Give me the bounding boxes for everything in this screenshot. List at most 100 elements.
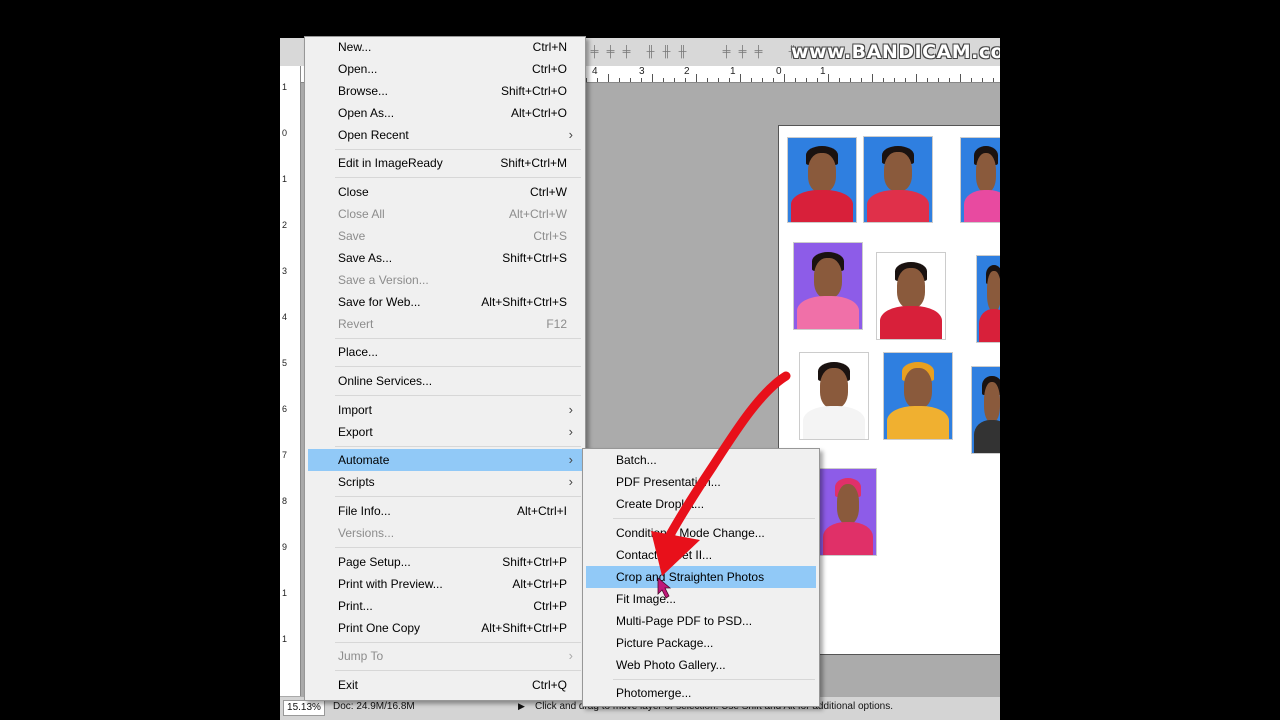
ruler-tick	[696, 74, 697, 82]
menu-item-import[interactable]: Import ›	[308, 399, 582, 421]
menu-item-print[interactable]: Print... Ctrl+P	[308, 595, 582, 617]
submenu-arrow-icon: ›	[568, 402, 573, 417]
menu-separator	[335, 338, 581, 339]
status-menu-arrow-icon[interactable]: ▶	[518, 701, 525, 712]
menu-item-exit[interactable]: Exit Ctrl+Q	[308, 674, 582, 696]
ruler-tick	[729, 78, 730, 82]
ruler-tick	[916, 74, 917, 82]
menu-item-open-recent[interactable]: Open Recent ›	[308, 124, 582, 146]
menu-item-revert[interactable]: Revert F12	[308, 313, 582, 335]
ruler-tick	[773, 78, 774, 82]
menu-item-label: Close All	[338, 207, 385, 221]
submenu-item-photomerge[interactable]: Photomerge...	[586, 682, 816, 704]
menu-item-label: New...	[338, 40, 372, 54]
menu-item-shortcut: Ctrl+N	[532, 40, 567, 54]
menu-item-label: Print with Preview...	[338, 577, 443, 591]
menu-item-print-one-copy[interactable]: Print One Copy Alt+Shift+Ctrl+P	[308, 617, 582, 639]
menu-item-save-a-version[interactable]: Save a Version...	[308, 269, 582, 291]
distribute-middle-icon[interactable]: ╪	[736, 45, 749, 59]
distribute-top-icon[interactable]: ╪	[720, 45, 733, 59]
menu-item-automate[interactable]: Automate ›	[308, 449, 582, 471]
menu-item-shortcut: Alt+Ctrl+O	[510, 106, 567, 120]
align-bottom-icon[interactable]: ╪	[620, 45, 633, 59]
menu-item-label: Import	[338, 403, 373, 417]
menu-item-online-services[interactable]: Online Services...	[308, 370, 582, 392]
menu-item-label: Automate	[338, 453, 390, 467]
menu-item-label: Contact Sheet II...	[616, 548, 713, 562]
menu-item-label: Crop and Straighten Photos	[616, 570, 765, 584]
submenu-item-crop-and-straighten-photos[interactable]: Crop and Straighten Photos	[586, 566, 816, 588]
ruler-tick	[630, 78, 631, 82]
vertical-ruler: 1 0 1 2 3 4 5 6 7 8 9 1 1	[280, 66, 301, 704]
submenu-item-contact-sheet-ii[interactable]: Contact Sheet II...	[586, 544, 816, 566]
zoom-level[interactable]: 15.13%	[283, 700, 325, 716]
align-top-icon[interactable]: ╪	[588, 45, 601, 59]
menu-item-jump-to[interactable]: Jump To ›	[308, 645, 582, 667]
passport-photo	[971, 366, 1000, 454]
menu-item-close-all[interactable]: Close All Alt+Ctrl+W	[308, 203, 582, 225]
passport-photo	[799, 352, 869, 440]
menu-item-close[interactable]: Close Ctrl+W	[308, 181, 582, 203]
menu-separator	[335, 642, 581, 643]
ruler-tick	[883, 78, 884, 82]
menu-item-label: File Info...	[338, 504, 391, 518]
menu-item-label: Exit	[338, 678, 359, 692]
menu-item-label: Browse...	[338, 84, 389, 98]
passport-photo	[976, 255, 1000, 343]
menu-separator	[335, 496, 581, 497]
ruler-tick	[762, 78, 763, 82]
menu-item-label: Fit Image...	[616, 592, 677, 606]
menu-item-shortcut: Shift+Ctrl+S	[502, 251, 567, 265]
menu-item-label: Close	[338, 185, 369, 199]
ruler-label: 7	[282, 450, 288, 460]
ruler-tick	[993, 78, 994, 82]
submenu-item-create-droplet[interactable]: Create Droplet...	[586, 493, 816, 515]
menu-separator	[613, 679, 815, 680]
submenu-item-web-photo-gallery[interactable]: Web Photo Gallery...	[586, 654, 816, 676]
submenu-item-picture-package[interactable]: Picture Package...	[586, 632, 816, 654]
menu-item-page-setup[interactable]: Page Setup... Shift+Ctrl+P	[308, 551, 582, 573]
menu-item-edit-in-imageready[interactable]: Edit in ImageReady Shift+Ctrl+M	[308, 152, 582, 174]
align-middle-icon[interactable]: ╪	[604, 45, 617, 59]
ruler-tick	[641, 78, 642, 82]
ruler-label: 0	[776, 66, 782, 77]
ruler-tick	[652, 74, 653, 82]
ruler-tick	[806, 78, 807, 82]
align-right-icon[interactable]: ╫	[676, 45, 689, 59]
menu-item-versions[interactable]: Versions...	[308, 522, 582, 544]
menu-item-label: Online Services...	[338, 374, 433, 388]
menu-item-new[interactable]: New... Ctrl+N	[308, 36, 582, 58]
menu-item-shortcut: Alt+Shift+Ctrl+S	[481, 295, 567, 309]
ruler-tick	[949, 78, 950, 82]
submenu-item-multi-page-pdf-to-psd[interactable]: Multi-Page PDF to PSD...	[586, 610, 816, 632]
menu-item-shortcut: Alt+Ctrl+I	[516, 504, 567, 518]
menu-item-save-as[interactable]: Save As... Shift+Ctrl+S	[308, 247, 582, 269]
ruler-label: 6	[282, 404, 288, 414]
menu-item-label: Save a Version...	[338, 273, 429, 287]
menu-item-open[interactable]: Open... Ctrl+O	[308, 58, 582, 80]
menu-item-scripts[interactable]: Scripts ›	[308, 471, 582, 493]
menu-item-save-for-web[interactable]: Save for Web... Alt+Shift+Ctrl+S	[308, 291, 582, 313]
menu-item-export[interactable]: Export ›	[308, 421, 582, 443]
passport-photo	[793, 242, 863, 330]
menu-item-print-with-preview[interactable]: Print with Preview... Alt+Ctrl+P	[308, 573, 582, 595]
align-center-icon[interactable]: ╫	[660, 45, 673, 59]
menu-item-place[interactable]: Place...	[308, 341, 582, 363]
menu-item-save[interactable]: Save Ctrl+S	[308, 225, 582, 247]
menu-item-open-as[interactable]: Open As... Alt+Ctrl+O	[308, 102, 582, 124]
submenu-item-fit-image[interactable]: Fit Image...	[586, 588, 816, 610]
menu-item-label: Page Setup...	[338, 555, 411, 569]
ruler-label: 9	[282, 542, 288, 552]
menu-item-shortcut: Shift+Ctrl+M	[500, 156, 567, 170]
menu-item-label: Scripts	[338, 475, 375, 489]
distribute-bottom-icon[interactable]: ╪	[752, 45, 765, 59]
ruler-tick	[663, 78, 664, 82]
submenu-item-conditional-mode-change[interactable]: Conditional Mode Change...	[586, 522, 816, 544]
align-left-icon[interactable]: ╫	[644, 45, 657, 59]
menu-item-browse[interactable]: Browse... Shift+Ctrl+O	[308, 80, 582, 102]
ruler-label: 2	[684, 66, 690, 77]
menu-item-file-info[interactable]: File Info... Alt+Ctrl+I	[308, 500, 582, 522]
menu-separator	[335, 395, 581, 396]
submenu-item-batch[interactable]: Batch...	[586, 449, 816, 471]
submenu-item-pdf-presentation[interactable]: PDF Presentation...	[586, 471, 816, 493]
